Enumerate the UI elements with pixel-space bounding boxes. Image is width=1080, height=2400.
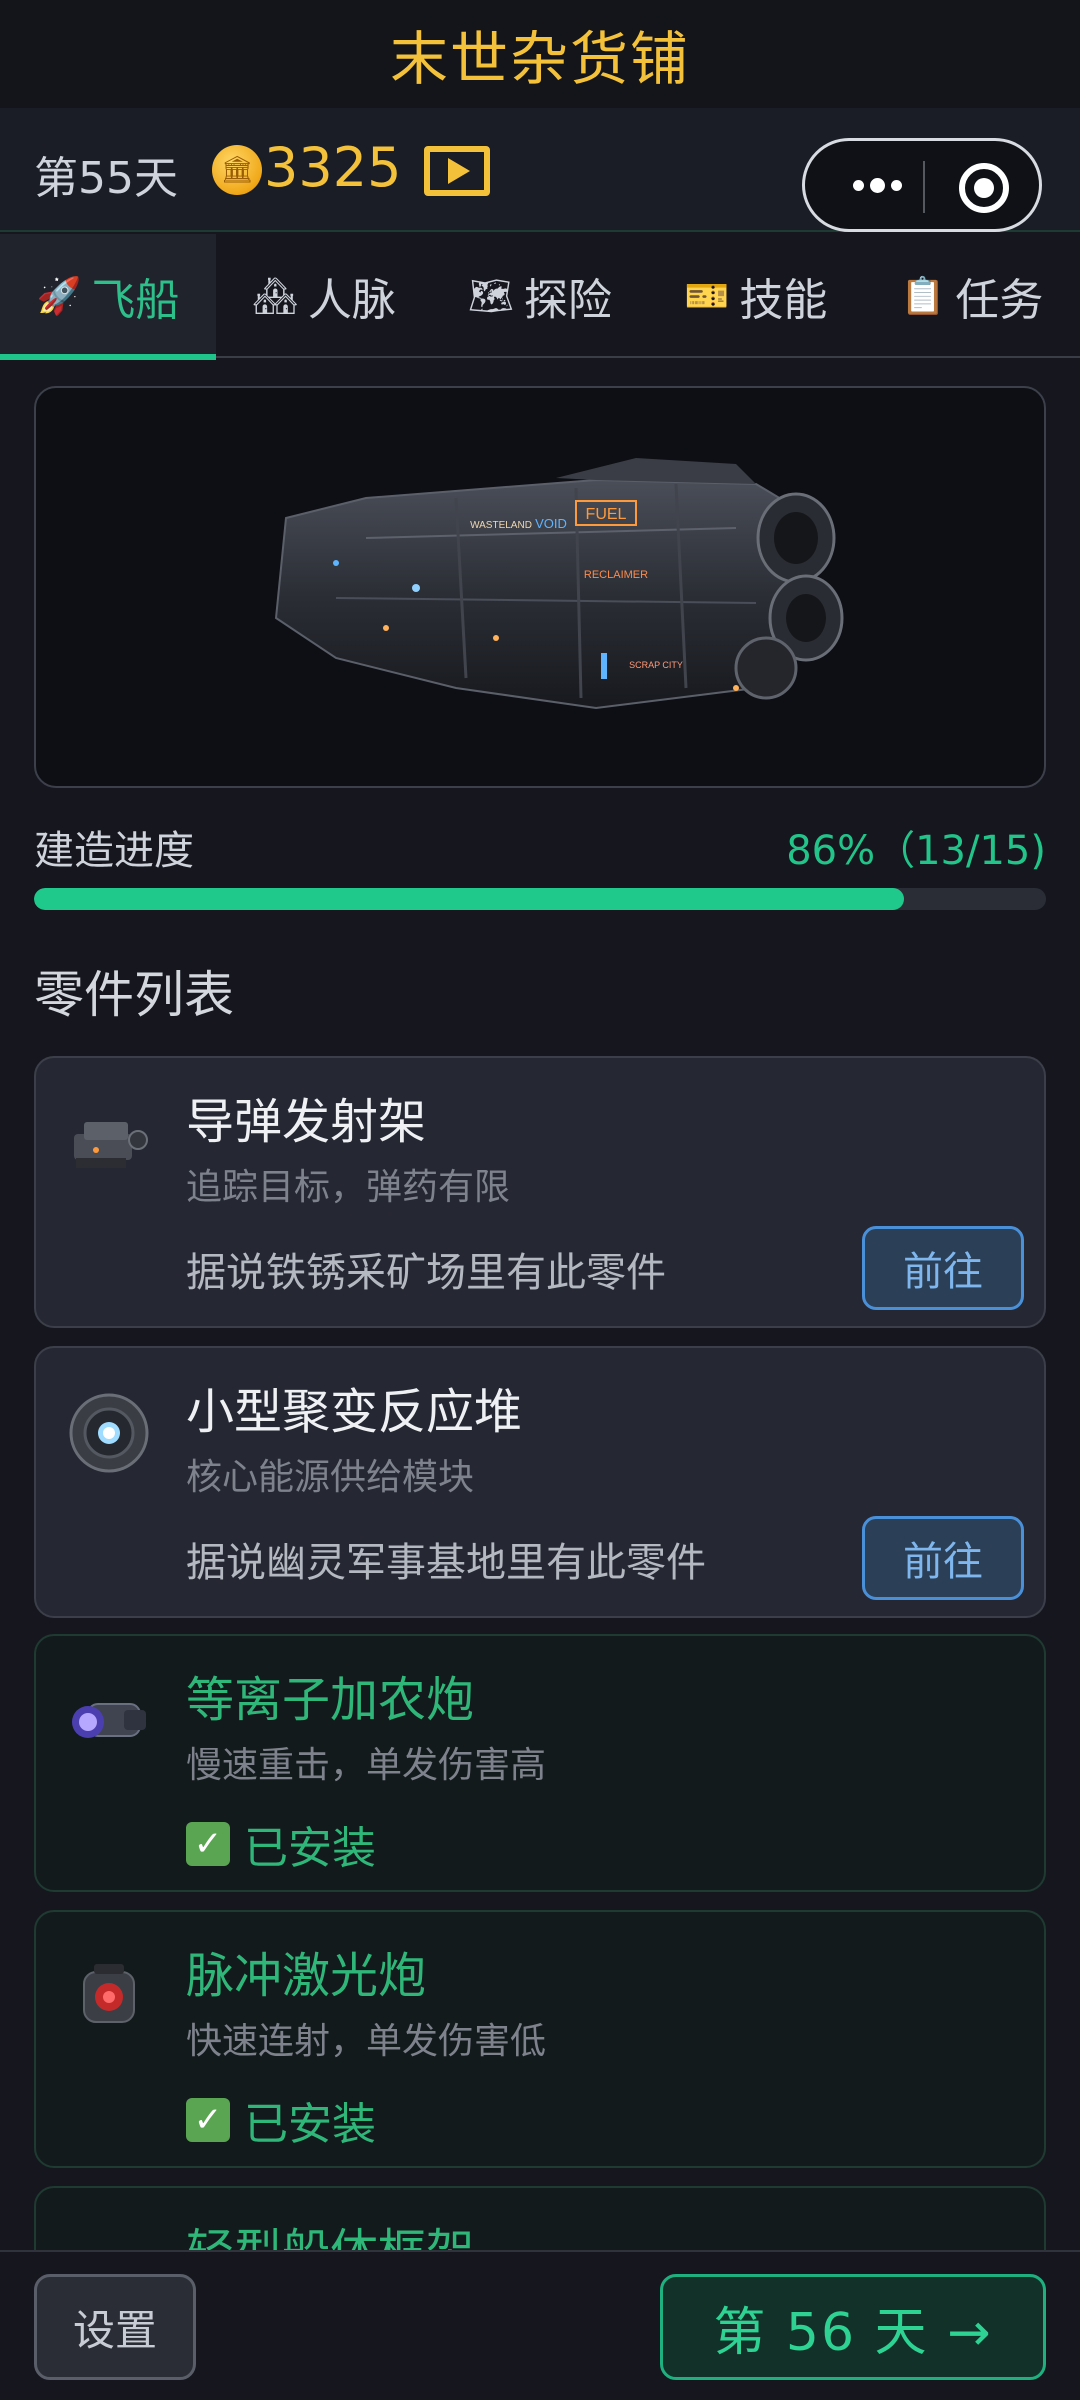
part-name: 导弹发射架 (186, 1094, 427, 1150)
installed-status: ✓ 已安装 (186, 1812, 376, 1876)
clipboard-icon: 📋 (900, 276, 946, 317)
pulse-laser-icon (83, 1964, 135, 2023)
part-name: 小型聚变反应堆 (186, 1384, 523, 1440)
part-card: 小型聚变反应堆 核心能源供给模块 据说幽灵军事基地里有此零件 前往 (34, 1346, 1046, 1618)
tab-label: 任务 (955, 275, 1044, 326)
ship-sign: SCRAP CITY (629, 660, 683, 670)
build-progress-fill (34, 888, 905, 910)
plasma-cannon-icon (72, 1703, 146, 1738)
spaceship-image: FUEL WASTELAND VOID RECLAIMER SCRAP CITY (274, 458, 844, 710)
go-button[interactable]: 前往 (862, 1226, 1024, 1310)
title-bar: 末世杂货铺 (0, 0, 1080, 108)
tab-contacts[interactable]: 🏘 人脉 (216, 234, 432, 358)
checkmark-icon: ✓ (186, 2098, 230, 2142)
settings-button[interactable]: 设置 (34, 2274, 196, 2380)
rocket-icon: 🚀 (36, 276, 82, 317)
mini-program-capsule (802, 138, 1042, 232)
build-progress-label: 建造进度 (34, 828, 194, 874)
video-play-icon[interactable] (424, 146, 490, 196)
checkmark-icon: ✓ (186, 1822, 230, 1866)
bottom-bar: 设置 第 56 天 → (0, 2250, 1080, 2400)
installed-status: ✓ 已安装 (186, 2088, 376, 2152)
ship-sign: WASTELAND (470, 520, 532, 531)
ticket-icon: 🎫 (684, 276, 730, 317)
target-close-icon[interactable] (959, 163, 1009, 213)
tab-skills[interactable]: 🎫 技能 (648, 234, 864, 358)
status-bar: 第55天 🏛 3325 (0, 108, 1080, 232)
part-description: 快速连射，单发伤害低 (186, 2021, 547, 2062)
tab-explore[interactable]: 🗺 探险 (432, 234, 648, 358)
part-description: 追踪目标，弹药有限 (186, 1167, 511, 1208)
tab-label: 探险 (523, 275, 612, 326)
installed-label: 已安装 (244, 2099, 376, 2150)
ship-sign: RECLAIMER (584, 569, 648, 581)
go-button[interactable]: 前往 (862, 1516, 1024, 1600)
tab-label: 技能 (739, 275, 828, 326)
part-description: 慢速重击，单发伤害高 (186, 1745, 547, 1786)
ship-sign: FUEL (586, 506, 627, 523)
tab-label: 人脉 (307, 275, 396, 326)
part-card: 脉冲激光炮 快速连射，单发伤害低 ✓ 已安装 (34, 1910, 1046, 2168)
build-progress-bar (34, 888, 1046, 910)
part-description: 核心能源供给模块 (186, 1457, 475, 1498)
ship-sign: VOID (535, 516, 567, 531)
fusion-reactor-icon (69, 1393, 149, 1473)
installed-label: 已安装 (244, 1823, 376, 1874)
ship-preview: FUEL WASTELAND VOID RECLAIMER SCRAP CITY (34, 386, 1046, 788)
parts-section-title: 零件列表 (34, 966, 234, 1024)
more-dots-icon[interactable] (835, 161, 919, 209)
day-counter: 第55天 (34, 153, 178, 204)
tab-tasks[interactable]: 📋 任务 (864, 234, 1080, 358)
missile-launcher-icon (74, 1122, 148, 1168)
map-icon: 🗺 (468, 276, 514, 317)
part-name: 等离子加农炮 (186, 1672, 475, 1728)
capsule-divider (923, 161, 925, 213)
tab-ship[interactable]: 🚀 飞船 (0, 234, 216, 360)
houses-icon: 🏘 (252, 276, 298, 317)
tab-label: 飞船 (91, 275, 180, 326)
next-day-button[interactable]: 第 56 天 → (660, 2274, 1046, 2380)
app-title: 末世杂货铺 (389, 25, 690, 93)
part-name: 脉冲激光炮 (186, 1948, 427, 2004)
part-card: 等离子加农炮 慢速重击，单发伤害高 ✓ 已安装 (34, 1634, 1046, 1892)
part-location-hint: 据说幽灵军事基地里有此零件 (186, 1540, 706, 1586)
coin-icon: 🏛 (212, 145, 262, 195)
tab-bar: 🚀 飞船 🏘 人脉 🗺 探险 🎫 技能 📋 任务 (0, 234, 1080, 360)
part-card: 导弹发射架 追踪目标，弹药有限 据说铁锈采矿场里有此零件 前往 (34, 1056, 1046, 1328)
coin-count: 3325 (264, 136, 402, 199)
build-progress-value: 86%（13/15) (786, 828, 1046, 874)
part-location-hint: 据说铁锈采矿场里有此零件 (186, 1250, 666, 1296)
